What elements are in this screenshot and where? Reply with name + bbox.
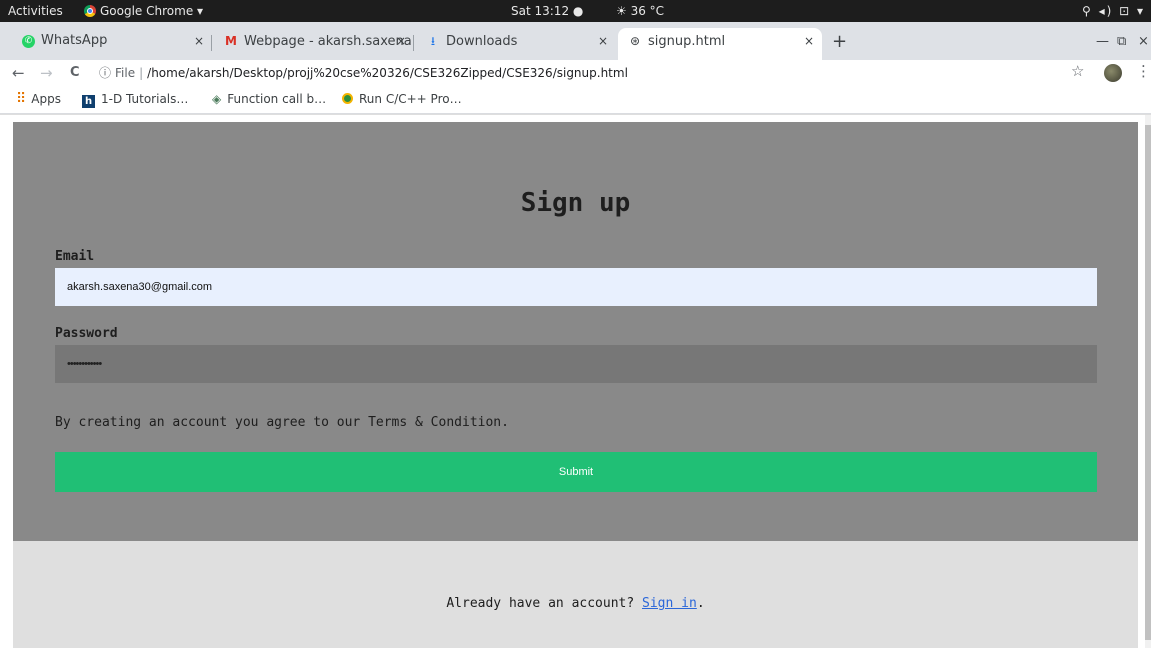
reload-button[interactable]: C [70,62,80,84]
signin-prefix: Already have an account? [446,596,643,611]
whatsapp-icon: ✆ [22,35,35,48]
tab-divider [413,35,414,51]
browser-menu-icon[interactable]: ⋮ [1136,62,1151,80]
tab-strip: ✆ WhatsApp × M Webpage - akarsh.saxena × ⭳… [0,22,1151,60]
tab-close-button[interactable]: × [194,30,204,52]
signin-link[interactable]: Sign in [642,596,697,611]
bookmarks-bar: ⠿ Apps h 1-D Tutorials… ◈ Function call b… … [0,86,1151,114]
system-tray[interactable]: ⚲ ◂) ⊡ ▾ [1082,0,1145,22]
profile-avatar[interactable] [1104,64,1122,82]
signin-footer: Already have an account? Sign in. [13,541,1138,648]
back-button[interactable]: ← [12,62,25,84]
bookmark-1d-tutorials[interactable]: h 1-D Tutorials… [82,86,188,114]
page-title: Sign up [520,188,631,218]
app-menu[interactable]: Google Chrome ▾ [84,0,203,22]
tab-downloads[interactable]: ⭳ Downloads × [416,30,616,60]
gmail-icon: M [225,34,237,48]
h-logo-icon: h [82,95,95,108]
tab-signup[interactable]: ⊛ signup.html × [618,28,822,60]
password-label: Password [55,326,118,341]
weather-indicator[interactable]: ☀ 36 °C [616,0,664,22]
tab-label: Downloads [446,34,518,49]
forward-button[interactable]: → [40,62,53,84]
restore-button[interactable]: ⧉ [1117,34,1126,49]
bookmark-run-c[interactable]: Run C/C++ Pro… [342,86,462,114]
system-top-bar: Activities Google Chrome ▾ Sat 13:12 ● ☀… [0,0,1151,22]
site-info-icon[interactable]: ⓘ [99,66,111,80]
tab-whatsapp[interactable]: ✆ WhatsApp × [12,30,212,60]
app-menu-label: Google Chrome ▾ [100,4,204,18]
bookmark-label: 1-D Tutorials… [101,92,189,106]
signin-prompt: Already have an account? Sign in. [13,596,1138,611]
activities-button[interactable]: Activities [8,0,63,22]
apps-grid-icon: ⠿ [16,91,26,107]
url-separator: | [139,66,144,80]
run-code-icon [342,93,353,104]
bookmark-label: Function call b… [227,92,327,106]
scrollbar-thumb[interactable] [1145,125,1151,640]
bookmark-label: Run C/C++ Pro… [359,92,462,106]
url-scheme: File [115,66,136,80]
password-input[interactable] [55,345,1097,383]
url-text[interactable]: /home/akarsh/Desktop/projj%20cse%20326/C… [147,66,628,80]
email-label: Email [55,249,95,264]
tab-webpage-gmail[interactable]: M Webpage - akarsh.saxena × [214,30,414,60]
bookmark-apps[interactable]: ⠿ Apps [16,86,61,114]
diamond-icon: ◈ [212,92,222,106]
tab-label: Webpage - akarsh.saxena [244,34,412,49]
tab-close-button[interactable]: × [804,28,814,54]
tab-label: signup.html [648,34,726,49]
window-close-button[interactable]: × [1138,34,1149,49]
minimize-button[interactable]: — [1096,34,1109,49]
chrome-icon [84,5,96,17]
tab-divider [211,35,212,51]
submit-button[interactable]: Submit [55,452,1097,492]
new-tab-button[interactable]: + [832,32,847,52]
tab-close-button[interactable]: × [598,30,608,52]
bookmark-label: Apps [31,92,61,106]
download-icon: ⭳ [430,34,436,48]
signup-form-container: Sign up Email Password By creating an ac… [13,122,1138,541]
bookmark-function-call[interactable]: ◈ Function call b… [212,86,326,114]
tab-close-button[interactable]: × [396,30,406,52]
tab-label: WhatsApp [41,33,108,48]
vertical-scrollbar[interactable] [1145,115,1151,648]
email-input[interactable] [55,268,1097,306]
globe-icon: ⊛ [629,34,641,48]
clock[interactable]: Sat 13:12 ● [511,0,583,22]
signin-suffix: . [696,596,705,611]
address-bar[interactable]: ⓘ File |/home/akarsh/Desktop/projj%20cse%2… [99,61,1119,85]
bookmark-star-icon[interactable]: ☆ [1071,62,1084,80]
terms-text: By creating an account you agree to our … [55,415,509,430]
page-viewport: Sign up Email Password By creating an ac… [0,115,1151,648]
browser-toolbar: ← → C ⓘ File |/home/akarsh/Desktop/projj%2… [0,60,1151,86]
